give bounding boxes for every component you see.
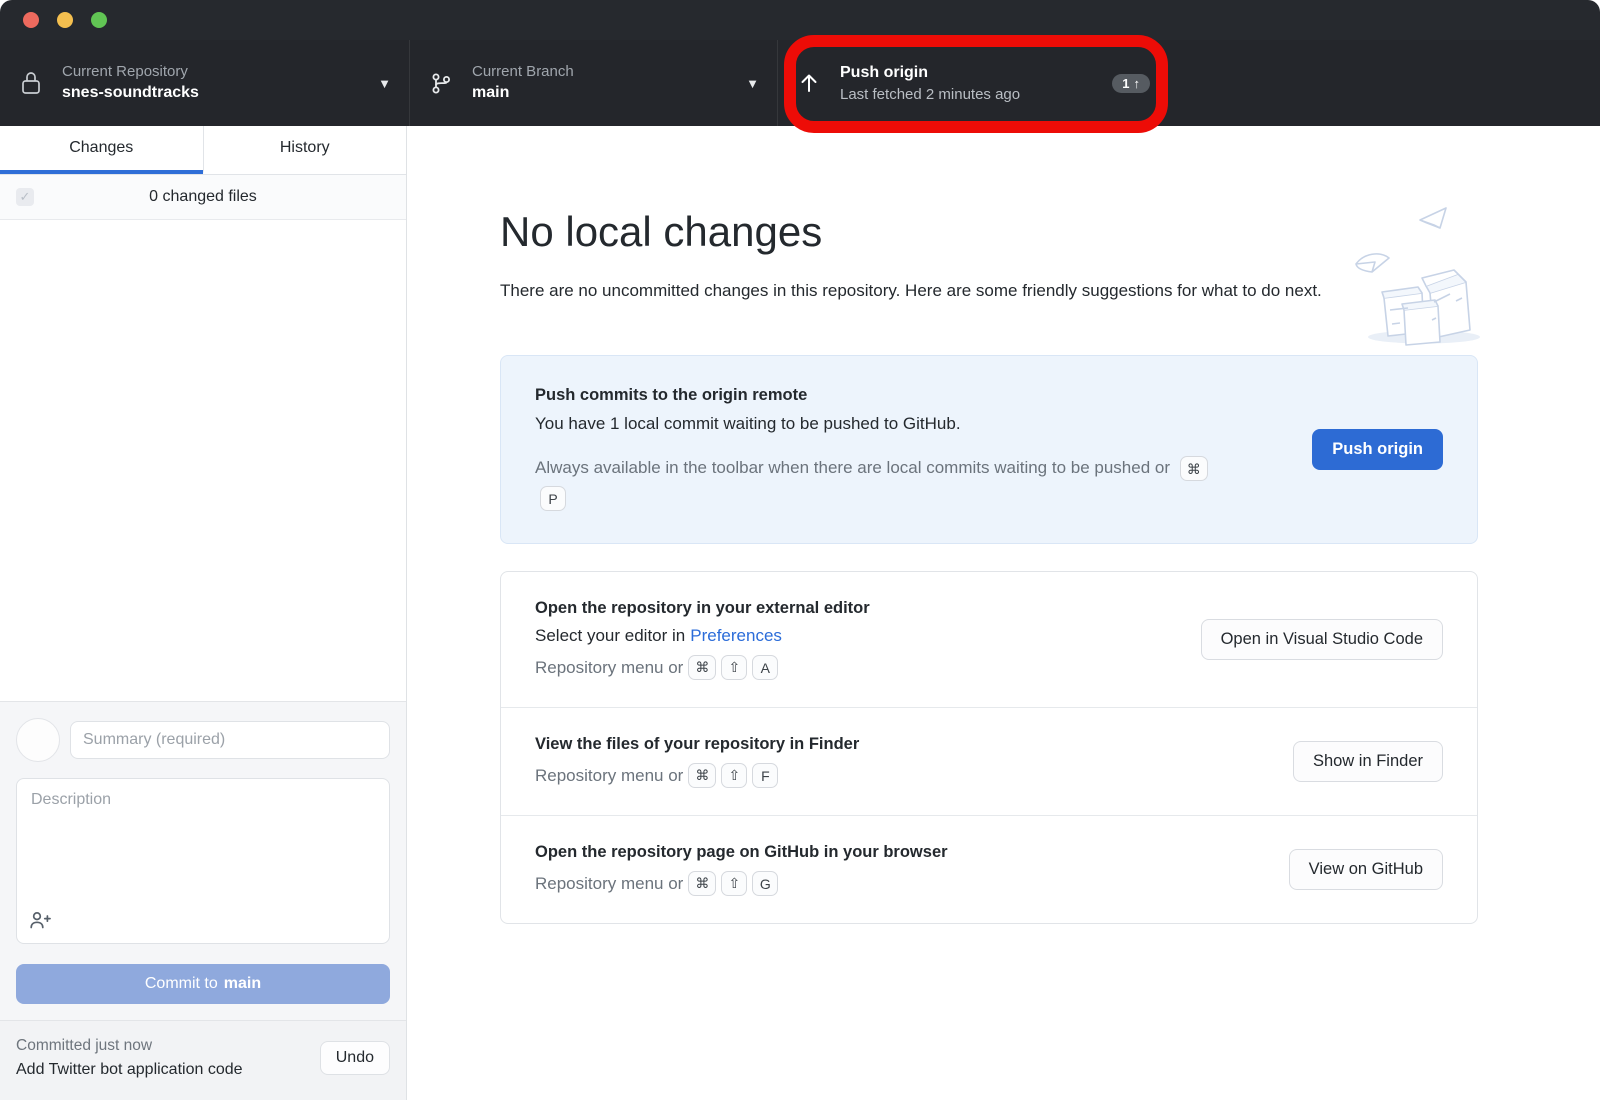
- add-coauthor-icon[interactable]: [29, 910, 51, 935]
- keycap-shift: ⇧: [721, 763, 747, 788]
- show-in-finder-button[interactable]: Show in Finder: [1293, 741, 1443, 782]
- preferences-link[interactable]: Preferences: [690, 626, 782, 645]
- last-fetched-text: Last fetched 2 minutes ago: [840, 84, 1112, 105]
- titlebar: [0, 0, 1600, 40]
- keycap-a: A: [752, 655, 778, 680]
- suggestion-show-finder: View the files of your repository in Fin…: [501, 707, 1477, 815]
- suggestion-title: Open the repository page on GitHub in yo…: [535, 843, 948, 862]
- push-commits-callout: Push commits to the origin remote You ha…: [500, 355, 1478, 544]
- callout-hint: Always available in the toolbar when the…: [535, 453, 1225, 513]
- repository-label: Current Repository: [62, 62, 370, 82]
- commit-to-main-button[interactable]: Commit to main: [16, 964, 390, 1004]
- close-window-button[interactable]: [23, 12, 39, 28]
- main-panel: No local changes There are no uncommitte…: [407, 126, 1600, 1100]
- tab-history[interactable]: History: [203, 126, 407, 174]
- suggestion-open-editor: Open the repository in your external edi…: [501, 572, 1477, 707]
- keycap-shift: ⇧: [721, 655, 747, 680]
- current-branch-dropdown[interactable]: Current Branch main ▼: [410, 40, 778, 126]
- undo-button[interactable]: Undo: [320, 1041, 390, 1075]
- push-origin-toolbar-button[interactable]: Push origin Last fetched 2 minutes ago 1…: [778, 40, 1168, 126]
- commit-status-text: Committed just now: [16, 1034, 243, 1058]
- chevron-down-icon: ▼: [746, 76, 759, 91]
- keycap-f: F: [752, 763, 778, 788]
- commit-form: Commit to main: [0, 701, 406, 1020]
- keycap-cmd: ⌘: [1180, 456, 1208, 481]
- app-window: Current Repository snes-soundtracks ▼ Cu…: [0, 0, 1600, 1100]
- push-origin-button[interactable]: Push origin: [1312, 429, 1443, 470]
- tab-changes[interactable]: Changes: [0, 126, 203, 174]
- keycap-p: P: [540, 486, 566, 511]
- push-count-badge: 1 ↑: [1112, 74, 1150, 93]
- lock-icon: [18, 69, 44, 97]
- keycap-cmd: ⌘: [688, 655, 716, 680]
- commit-description-input[interactable]: [17, 779, 389, 943]
- zoom-window-button[interactable]: [91, 12, 107, 28]
- avatar: [16, 718, 60, 762]
- minimize-window-button[interactable]: [57, 12, 73, 28]
- view-on-github-button[interactable]: View on GitHub: [1289, 849, 1443, 890]
- push-origin-title: Push origin: [840, 62, 1112, 84]
- callout-title: Push commits to the origin remote: [535, 386, 1225, 405]
- chevron-down-icon: ▼: [378, 76, 391, 91]
- window-controls: [23, 12, 107, 28]
- badge-arrow-up-icon: ↑: [1134, 76, 1141, 91]
- changes-file-list: [0, 220, 406, 701]
- paper-stack-illustration: [1342, 198, 1492, 348]
- current-repository-dropdown[interactable]: Current Repository snes-soundtracks ▼: [0, 40, 410, 126]
- commit-branch-name: main: [224, 975, 261, 993]
- repository-name: snes-soundtracks: [62, 82, 370, 104]
- suggestion-title: Open the repository in your external edi…: [535, 599, 870, 618]
- keycap-shift: ⇧: [721, 871, 747, 896]
- last-commit-message: Add Twitter bot application code: [16, 1058, 243, 1082]
- keycap-g: G: [752, 871, 778, 896]
- undo-commit-bar: Committed just now Add Twitter bot appli…: [0, 1020, 406, 1100]
- changed-files-header: ✓ 0 changed files: [0, 175, 406, 220]
- keycap-cmd: ⌘: [688, 763, 716, 788]
- suggestion-view-github: Open the repository page on GitHub in yo…: [501, 815, 1477, 923]
- suggestions-list: Open the repository in your external edi…: [500, 571, 1478, 924]
- toolbar: Current Repository snes-soundtracks ▼ Cu…: [0, 40, 1600, 126]
- branch-name: main: [472, 82, 738, 104]
- changed-files-count: 0 changed files: [16, 188, 390, 206]
- open-in-vscode-button[interactable]: Open in Visual Studio Code: [1201, 619, 1443, 660]
- callout-body: You have 1 local commit waiting to be pu…: [535, 414, 1225, 434]
- branch-label: Current Branch: [472, 62, 738, 82]
- content: Changes History ✓ 0 changed files: [0, 126, 1600, 1100]
- commit-summary-input[interactable]: [70, 721, 390, 759]
- sidebar-tabs: Changes History: [0, 126, 406, 175]
- arrow-up-icon: [796, 70, 822, 96]
- keycap-cmd: ⌘: [688, 871, 716, 896]
- git-branch-icon: [428, 69, 454, 97]
- sidebar: Changes History ✓ 0 changed files: [0, 126, 407, 1100]
- page-subtext: There are no uncommitted changes in this…: [500, 276, 1340, 305]
- suggestion-title: View the files of your repository in Fin…: [535, 735, 859, 754]
